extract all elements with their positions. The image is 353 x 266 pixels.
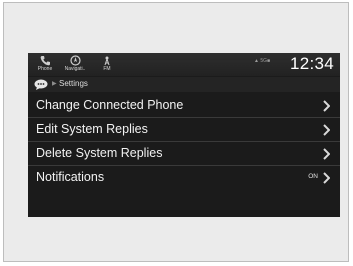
chevron-right-icon: [323, 172, 330, 184]
phone-icon: [40, 56, 50, 66]
navigation-shortcut-button[interactable]: Navigati..: [62, 54, 88, 75]
phone-shortcut-label: Phone: [37, 66, 53, 72]
menu-item-notifications[interactable]: Notifications ON: [28, 166, 340, 190]
chevron-right-icon: [323, 148, 330, 160]
settings-menu-list: Change Connected Phone Edit System Repli…: [28, 94, 340, 190]
breadcrumb: ▶ Settings: [28, 77, 340, 92]
manual-figure-frame: Phone Navigati.. FM ▲ 5G■ 12:34 ▶ Settin…: [3, 2, 349, 262]
menu-item-change-connected-phone[interactable]: Change Connected Phone: [28, 94, 340, 118]
breadcrumb-separator-icon: ▶: [52, 81, 57, 87]
navigation-icon: [69, 55, 81, 66]
menu-item-edit-system-replies[interactable]: Edit System Replies: [28, 118, 340, 142]
menu-item-label: Change Connected Phone: [36, 98, 184, 112]
infotainment-screen: Phone Navigati.. FM ▲ 5G■ 12:34 ▶ Settin…: [28, 53, 340, 217]
fm-shortcut-button[interactable]: FM: [94, 54, 120, 75]
clock: 12:34: [289, 54, 334, 73]
message-bubble-icon[interactable]: [34, 79, 48, 90]
fm-shortcut-label: FM: [103, 66, 111, 72]
chevron-right-icon: [323, 124, 330, 136]
phone-shortcut-button[interactable]: Phone: [32, 54, 58, 75]
menu-item-delete-system-replies[interactable]: Delete System Replies: [28, 142, 340, 166]
menu-item-label: Notifications: [36, 170, 105, 184]
breadcrumb-title: Settings: [59, 79, 88, 88]
notifications-status: ON: [308, 173, 318, 180]
chevron-right-icon: [323, 100, 330, 112]
status-bar: Phone Navigati.. FM ▲ 5G■ 12:34: [28, 53, 340, 76]
menu-item-label: Delete System Replies: [36, 146, 163, 160]
signal-indicator: ▲ 5G■: [254, 58, 271, 64]
radio-icon: [104, 56, 110, 66]
menu-item-label: Edit System Replies: [36, 122, 148, 136]
navigation-shortcut-label: Navigati..: [64, 66, 86, 72]
